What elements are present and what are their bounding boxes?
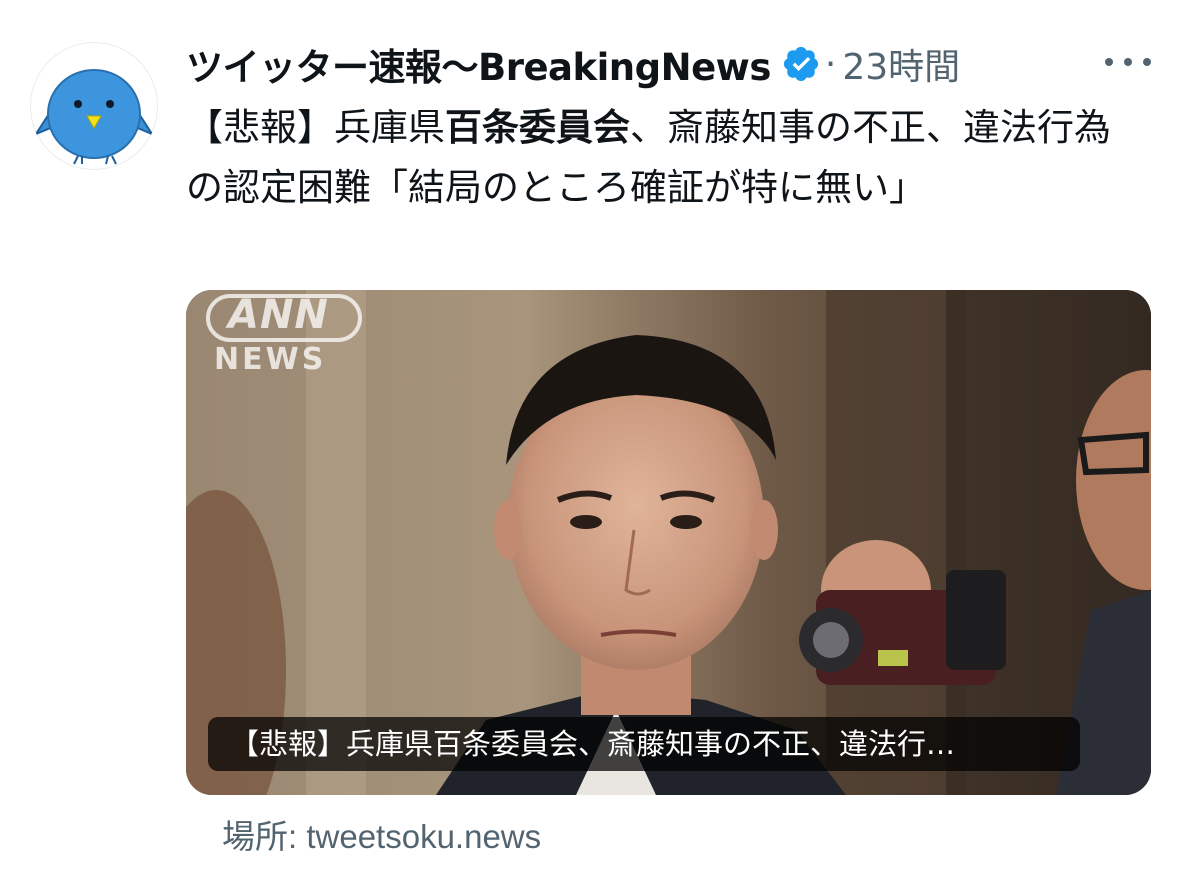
media-card[interactable]: ANN NEWS 【悲報】兵庫県百条委員会、斎藤知事の不正、違法行… [186, 290, 1151, 795]
author-name[interactable]: ツイッター速報〜BreakingNews [186, 37, 771, 91]
watermark-news: NEWS [214, 342, 327, 377]
verified-badge-icon [783, 46, 818, 82]
tweet-header: ツイッター速報〜BreakingNews · 23時間 [186, 38, 960, 90]
watermark-ann: ANN [228, 292, 329, 338]
separator-dot: · [824, 43, 837, 85]
author-avatar[interactable] [30, 42, 158, 170]
tweet-time[interactable]: 23時間 [842, 38, 960, 90]
source-location[interactable]: 場所: tweetsoku.news [222, 810, 541, 858]
media-caption[interactable]: 【悲報】兵庫県百条委員会、斎藤知事の不正、違法行… [208, 717, 1080, 771]
bird-avatar-icon [33, 69, 155, 165]
tweet-text-highlight[interactable]: 百条委員会 [445, 106, 630, 149]
tweet-text-part1: 【悲報】兵庫県 [186, 106, 445, 149]
more-options-icon[interactable] [1101, 52, 1155, 72]
tweet-text: 【悲報】兵庫県百条委員会、斎藤知事の不正、違法行為の認定困難「結局のところ確証が… [186, 98, 1136, 218]
